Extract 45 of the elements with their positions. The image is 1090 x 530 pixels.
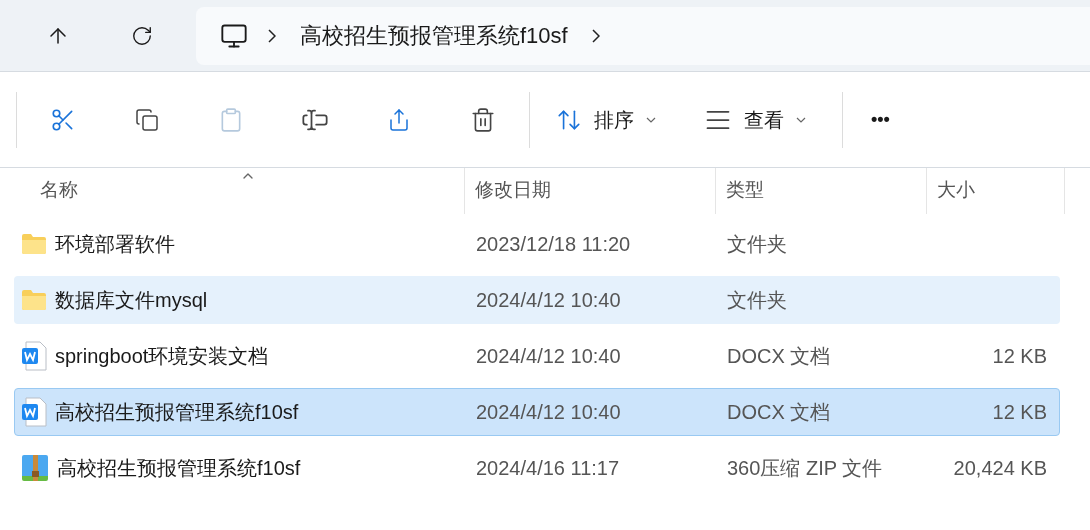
folder-icon <box>21 233 47 255</box>
more-button[interactable]: ••• <box>855 93 906 146</box>
file-name: 环境部署软件 <box>55 232 175 257</box>
file-name: 高校招生预报管理系统f10sf <box>57 456 301 481</box>
chevron-icon <box>268 28 276 43</box>
sort-button[interactable]: 排序 <box>540 93 672 146</box>
file-type: 360压缩 ZIP 文件 <box>727 457 883 479</box>
file-size: 12 KB <box>992 401 1047 423</box>
file-type: 文件夹 <box>727 289 787 311</box>
folder-icon <box>21 289 47 311</box>
column-header[interactable]: 名称 <box>0 168 465 214</box>
copy-icon <box>135 107 159 132</box>
file-date: 2024/4/12 10:40 <box>476 289 621 311</box>
file-name: 数据库文件mysql <box>55 288 208 313</box>
chevron-icon <box>591 28 600 43</box>
caret-icon <box>646 116 656 123</box>
file-size: 12 KB <box>992 345 1047 367</box>
file-date: 2024/4/16 11:17 <box>476 457 620 479</box>
file-row[interactable]: 数据库文件mysql 2024/4/12 10:40 文件夹 <box>14 276 1060 324</box>
file-date: 2024/4/12 10:40 <box>476 401 621 423</box>
archive-icon <box>21 454 49 482</box>
column-header[interactable]: 类型 <box>716 168 927 214</box>
file-name: 高校招生预报管理系统f10sf <box>55 400 299 425</box>
file-row[interactable]: 高校招生预报管理系统f10sf 2024/4/12 10:40 DOCX 文档 12 KB <box>14 388 1060 436</box>
file-type: DOCX 文档 <box>727 345 831 367</box>
refresh-icon <box>131 24 153 47</box>
caret-icon <box>796 116 806 123</box>
file-name: springboot环境安装文档 <box>55 344 269 369</box>
breadcrumb-item[interactable]: 高校招生预报管理系统f10sf <box>296 19 572 52</box>
file-size: 20,424 KB <box>953 457 1047 479</box>
column-header[interactable]: 修改日期 <box>465 168 716 214</box>
trash-icon <box>470 106 496 133</box>
file-type: DOCX 文档 <box>727 401 831 423</box>
file-date: 2023/12/18 11:20 <box>476 233 631 255</box>
file-date: 2024/4/12 10:40 <box>476 345 621 367</box>
view-button[interactable]: 查看 <box>688 93 822 146</box>
file-row[interactable]: 高校招生预报管理系统f10sf 2024/4/16 11:17 360压缩 ZIP 文件 20,424 KB <box>14 444 1060 492</box>
address-bar[interactable]: 高校招生预报管理系统f10sf <box>196 6 1090 65</box>
file-row[interactable]: springboot环境安装文档 2024/4/12 10:40 DOCX 文档 12 KB <box>14 332 1060 380</box>
share-icon <box>387 107 411 132</box>
file-type: 文件夹 <box>727 233 787 255</box>
file-row[interactable]: 环境部署软件 2023/12/18 11:20 文件夹 <box>14 220 1060 268</box>
column-header[interactable]: 大小 <box>927 168 1065 214</box>
word-document-icon <box>21 397 47 427</box>
word-document-icon <box>21 341 47 371</box>
